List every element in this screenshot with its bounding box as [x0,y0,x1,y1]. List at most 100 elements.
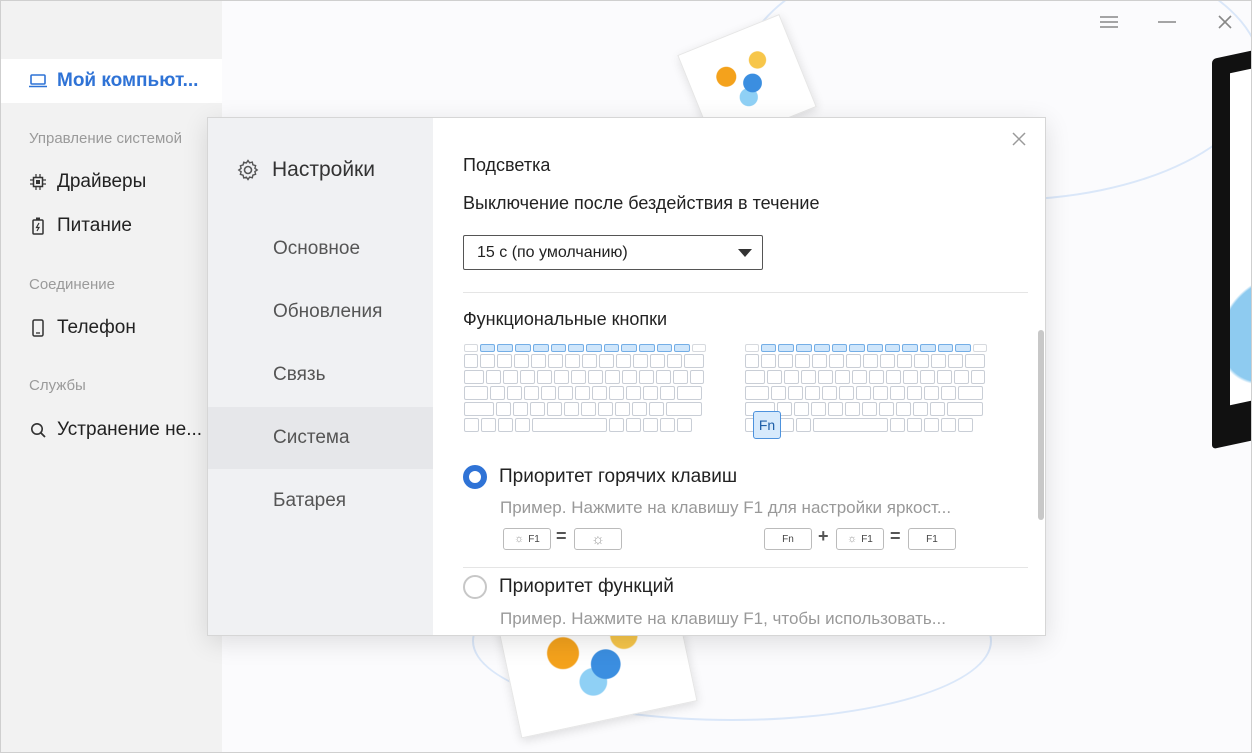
brightness-icon: ☼ [514,533,525,545]
divider [463,567,1028,568]
hotkey-priority-label[interactable]: Приоритет горячих клавиш [499,466,737,488]
settings-nav: Настройки Основное Обновления Связь Сист… [208,118,433,635]
keyboard-key [585,344,602,352]
keyboard-key [852,370,867,384]
close-icon [1218,15,1232,29]
keyboard-key [497,344,514,352]
sidebar-item-troubleshoot[interactable]: Устранение не... [1,408,222,452]
keyboard-key [588,370,603,384]
sidebar-item-phone[interactable]: Телефон [1,306,222,350]
keyboard-key [971,370,985,384]
keyboard-key [692,344,706,352]
keyboard-key [565,354,580,368]
keyboard-key [745,354,759,368]
keyboard-key [660,386,675,400]
keyboard-key [530,402,545,416]
keyboard-key [914,354,929,368]
sidebar-section-connection: Соединение [29,276,115,293]
keyboard-key [464,418,479,432]
settings-content: Подсветка Выключение после бездействия в… [433,118,1045,635]
hotkey-priority-radio[interactable] [463,465,487,489]
keyboard-key [621,344,638,352]
nav-item-battery[interactable]: Батарея [208,470,433,532]
keyboard-key [778,344,795,352]
keyboard-key [667,354,682,368]
minimize-button[interactable] [1153,9,1181,35]
keyboard-key [677,418,692,432]
keyboard-key [907,418,922,432]
keyboard-key [913,402,928,416]
keyboard-key [531,354,546,368]
keycap-fn: Fn [764,528,812,550]
keyboard-key [869,370,884,384]
nav-item-system[interactable]: Система [208,407,433,469]
keyboard-key [656,370,671,384]
keyboard-key [835,370,850,384]
keyboard-key [829,354,844,368]
keyboard-key [643,418,658,432]
keyboard-key [615,402,630,416]
keyboard-key [937,344,954,352]
keyboard-key [839,386,854,400]
gear-icon [236,158,260,182]
keyboard-key [779,418,794,432]
keyboard-key [907,386,922,400]
keyboard-key [649,402,664,416]
keyboard-key [795,354,810,368]
keyboard-key [520,370,535,384]
nav-item-connection[interactable]: Связь [208,344,433,406]
keyboard-key [818,370,833,384]
keyboard-key [684,354,704,368]
keyboard-key [846,354,861,368]
keyboard-key [513,402,528,416]
keyboard-key [481,418,496,432]
keyboard-key [973,344,987,352]
keyboard-key [498,418,513,432]
dialog-title: Настройки [236,158,375,182]
keycap-label: F1 [528,533,540,545]
keyboard-key [788,386,803,400]
sidebar-item-power[interactable]: Питание [1,204,222,248]
keyboard-key [464,386,488,400]
keyboard-key [778,354,793,368]
keyboard-key [486,370,501,384]
keyboard-key [626,418,641,432]
equals-sign: = [890,526,901,546]
function-priority-label[interactable]: Приоритет функций [499,576,674,598]
chip-icon [29,173,47,191]
content-scrollbar[interactable] [1038,330,1044,520]
divider [463,292,1028,293]
keyboard-key [856,386,871,400]
nav-item-basic[interactable]: Основное [208,218,433,280]
nav-item-updates[interactable]: Обновления [208,281,433,343]
keyboard-key [568,344,584,352]
keyboard-key [524,386,539,400]
sidebar-item-my-computer[interactable]: Мой компьют... [1,59,222,103]
keyboard-key [480,354,495,368]
minimize-icon [1158,21,1176,23]
keyboard-key [873,386,888,400]
keyboard-key [812,354,827,368]
close-window-button[interactable] [1211,9,1239,35]
sidebar-item-drivers[interactable]: Драйверы [1,160,222,204]
keyboard-key [890,418,905,432]
keyboard-key [571,370,586,384]
function-priority-radio[interactable] [463,575,487,599]
keyboard-key [862,402,877,416]
keyboard-key [464,402,494,416]
keyboard-key [886,370,901,384]
backlight-timeout-select[interactable]: 15 с (по умолчанию) [463,235,763,270]
keyboard-key [941,386,956,400]
sidebar-item-label: Драйверы [57,171,147,192]
search-icon [29,421,47,439]
keyboard-key [548,354,563,368]
keyboard-key [609,418,624,432]
hotkey-priority-example: Пример. Нажмите на клавишу F1 для настро… [500,498,952,517]
function-keys-heading: Функциональные кнопки [463,309,668,329]
keyboard-key [890,386,905,400]
keyboard-key [674,344,691,352]
backlight-heading: Подсветка [463,155,551,175]
fn-key-highlight: Fn [753,411,781,439]
menu-button[interactable] [1095,9,1123,35]
keyboard-key [879,402,894,416]
